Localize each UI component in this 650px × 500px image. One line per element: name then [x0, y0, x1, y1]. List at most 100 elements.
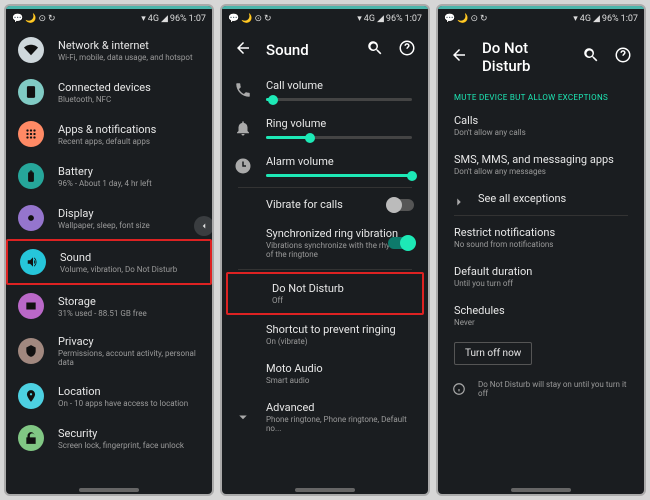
status-bar: 💬 🌙 ⊙ ↻ ▾ 4G ◢ 96% 1:07	[438, 9, 644, 29]
settings-item-connected-devices[interactable]: Connected devices Bluetooth, NFC	[6, 71, 212, 113]
refresh-icon: ↻	[48, 14, 56, 24]
vibrate-toggle[interactable]	[388, 199, 414, 211]
item-subtitle: On - 10 apps have access to location	[58, 399, 188, 408]
refresh-icon: ↻	[480, 14, 488, 24]
divider	[238, 187, 412, 188]
item-subtitle: Wi-Fi, mobile, data usage, and hotspot	[58, 53, 193, 62]
moon-icon: 🌙	[25, 14, 36, 24]
sync-vibration-row[interactable]: Synchronized ring vibration Vibrations s…	[222, 219, 428, 267]
sync-toggle[interactable]	[388, 237, 414, 249]
divider	[238, 269, 412, 270]
calls-row[interactable]: Calls Don't allow any calls	[438, 106, 644, 145]
settings-item-network-internet[interactable]: Network & internet Wi-Fi, mobile, data u…	[6, 29, 212, 71]
net-label: 4G	[148, 14, 159, 24]
volume-icon	[234, 157, 252, 175]
nav-pill[interactable]	[511, 488, 571, 492]
nav-pill[interactable]	[295, 488, 355, 492]
info-icon	[452, 381, 466, 395]
settings-item-location[interactable]: Location On - 10 apps have access to loc…	[6, 375, 212, 417]
phone-dnd-settings: 💬 🌙 ⊙ ↻ ▾ 4G ◢ 96% 1:07 Do Not Disturb M…	[436, 4, 646, 496]
settings-list[interactable]: Network & internet Wi-Fi, mobile, data u…	[6, 29, 212, 494]
volume-icon	[234, 81, 252, 99]
settings-item-security[interactable]: Security Screen lock, fingerprint, face …	[6, 417, 212, 459]
section-label: MUTE DEVICE BUT ALLOW EXCEPTIONS	[438, 85, 644, 106]
slider-label: Call volume	[266, 79, 412, 92]
wifi-icon: ▾	[573, 14, 578, 24]
search-icon[interactable]	[582, 46, 600, 68]
advanced-row[interactable]: Advanced Phone ringtone, Phone ringtone,…	[222, 393, 428, 441]
item-label: Display	[58, 207, 150, 220]
clock: 1:07	[189, 14, 206, 24]
do-not-disturb-row[interactable]: Do Not Disturb Off	[226, 272, 424, 315]
search-icon[interactable]	[366, 39, 384, 61]
moon-icon: 🌙	[457, 14, 468, 24]
nav-pill[interactable]	[79, 488, 139, 492]
volume-slider[interactable]	[266, 136, 412, 139]
see-all-exceptions-row[interactable]: See all exceptions	[438, 184, 644, 213]
item-subtitle: Volume, vibration, Do Not Disturb	[60, 265, 177, 274]
signal-icon: ◢	[593, 14, 600, 24]
moon-icon: 🌙	[241, 14, 252, 24]
shortcut-row[interactable]: Shortcut to prevent ringing On (vibrate)	[222, 315, 428, 354]
status-bar: 💬 🌙 ⊙ ↻ ▾ 4G ◢ 96% 1:07	[222, 9, 428, 29]
app-bar: Do Not Disturb	[438, 29, 644, 85]
page-title: Sound	[266, 41, 352, 59]
item-icon	[18, 79, 44, 105]
refresh-icon: ↻	[264, 14, 272, 24]
back-icon[interactable]	[450, 46, 468, 68]
settings-item-battery[interactable]: Battery 96% - About 1 day, 4 hr left	[6, 155, 212, 197]
sms-row[interactable]: SMS, MMS, and messaging apps Don't allow…	[438, 145, 644, 184]
slider-label: Alarm volume	[266, 155, 412, 168]
item-subtitle: Permissions, account activity, personal …	[58, 349, 200, 367]
duration-row[interactable]: Default duration Until you turn off	[438, 257, 644, 296]
chevron-down-icon	[234, 408, 252, 426]
volume-slider[interactable]	[266, 98, 412, 101]
notif-icon: ⊙	[470, 14, 478, 24]
item-icon	[18, 163, 44, 189]
help-icon[interactable]	[398, 39, 416, 61]
chevron-right-icon	[452, 194, 466, 208]
sound-content[interactable]: Call volume Ring volume Alarm volume Vib…	[222, 71, 428, 494]
wifi-icon: ▾	[357, 14, 362, 24]
settings-item-apps-notifications[interactable]: Apps & notifications Recent apps, defaul…	[6, 113, 212, 155]
battery-pct: 96%	[602, 14, 619, 24]
phone-sound-settings: 💬 🌙 ⊙ ↻ ▾ 4G ◢ 96% 1:07 Sound Call volum…	[220, 4, 430, 496]
help-icon[interactable]	[614, 46, 632, 68]
wifi-icon: ▾	[141, 14, 146, 24]
dnd-content[interactable]: MUTE DEVICE BUT ALLOW EXCEPTIONS Calls D…	[438, 85, 644, 494]
call-volume-row[interactable]: Call volume	[222, 71, 428, 109]
item-subtitle: Bluetooth, NFC	[58, 95, 151, 104]
item-icon	[20, 249, 46, 275]
chat-icon: 💬	[444, 14, 455, 24]
clock: 1:07	[405, 14, 422, 24]
ring-volume-row[interactable]: Ring volume	[222, 109, 428, 147]
turn-off-row: Turn off now	[438, 335, 644, 371]
item-label: Privacy	[58, 335, 200, 348]
item-label: Location	[58, 385, 188, 398]
turn-off-now-button[interactable]: Turn off now	[454, 342, 532, 365]
item-icon	[18, 205, 44, 231]
restrict-row[interactable]: Restrict notifications No sound from not…	[438, 218, 644, 257]
signal-icon: ◢	[161, 14, 168, 24]
item-icon	[18, 425, 44, 451]
battery-pct: 96%	[386, 14, 403, 24]
settings-item-privacy[interactable]: Privacy Permissions, account activity, p…	[6, 327, 212, 375]
edge-swipe-handle[interactable]	[194, 216, 214, 236]
schedules-row[interactable]: Schedules Never	[438, 296, 644, 335]
alarm-volume-row[interactable]: Alarm volume	[222, 147, 428, 185]
back-icon[interactable]	[234, 39, 252, 61]
settings-item-sound[interactable]: Sound Volume, vibration, Do Not Disturb	[6, 239, 212, 285]
phone-settings-main: 💬 🌙 ⊙ ↻ ▾ 4G ◢ 96% 1:07 Network & intern…	[4, 4, 214, 496]
settings-item-display[interactable]: Display Wallpaper, sleep, font size	[6, 197, 212, 239]
notif-icon: ⊙	[254, 14, 262, 24]
settings-item-storage[interactable]: Storage 31% used - 88.51 GB free	[6, 285, 212, 327]
vibrate-for-calls-row[interactable]: Vibrate for calls	[222, 190, 428, 219]
dnd-info-row: Do Not Disturb will stay on until you tu…	[438, 371, 644, 406]
item-icon	[18, 121, 44, 147]
moto-audio-row[interactable]: Moto Audio Smart audio	[222, 354, 428, 393]
volume-icon	[234, 119, 252, 137]
clock: 1:07	[621, 14, 638, 24]
volume-slider[interactable]	[266, 174, 412, 177]
item-label: Connected devices	[58, 81, 151, 94]
slider-label: Ring volume	[266, 117, 412, 130]
